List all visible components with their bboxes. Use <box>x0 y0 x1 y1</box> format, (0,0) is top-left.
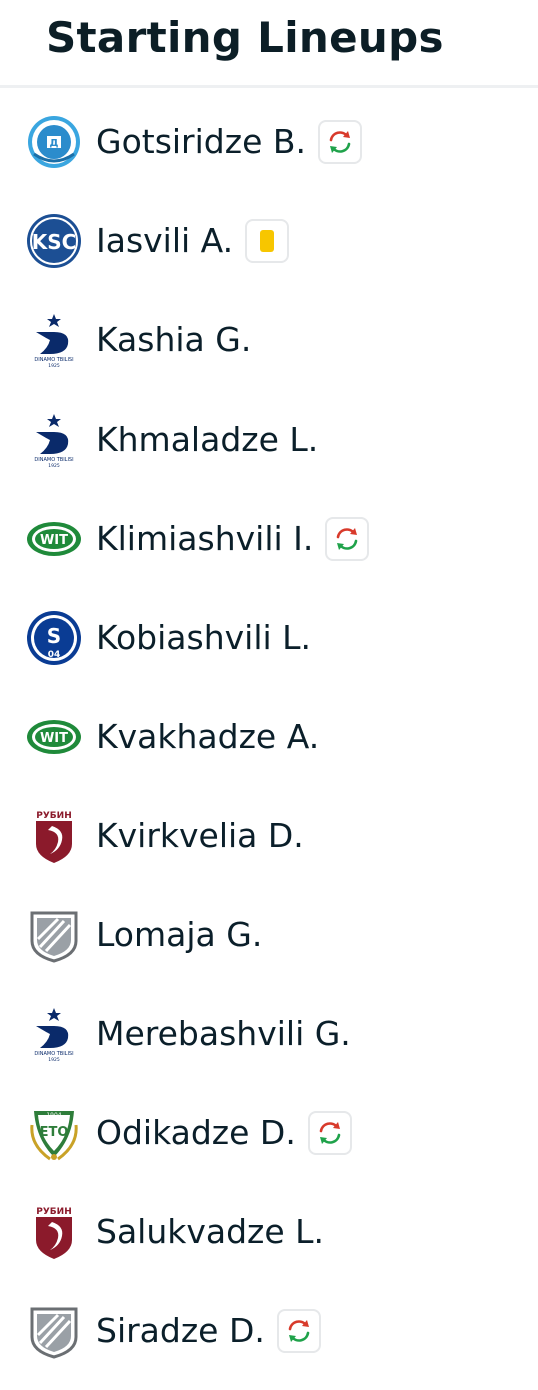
player-name-wrap: Siradze D. <box>96 1308 321 1353</box>
generic-shield-logo-icon <box>26 1303 82 1359</box>
player-name-wrap: Salukvadze L. <box>96 1212 324 1252</box>
svg-text:1925: 1925 <box>48 1057 60 1062</box>
svg-text:Д: Д <box>50 138 59 149</box>
dinamo-tbilisi-logo-icon: DINAMO TBILISI 1925 <box>26 412 82 468</box>
generic-shield-logo-icon <box>26 907 82 963</box>
rubin-kazan-logo-icon: РУБИН <box>26 1204 82 1260</box>
svg-text:1925: 1925 <box>48 463 60 468</box>
player-row[interactable]: 1904 ETO Odikadze D. <box>0 1083 538 1182</box>
player-name[interactable]: Kashia G. <box>96 320 251 360</box>
player-name[interactable]: Klimiashvili I. <box>96 519 313 559</box>
dinamo-tbilisi-logo-icon: DINAMO TBILISI 1925 <box>26 1006 82 1062</box>
eto-gyor-logo-icon: 1904 ETO <box>26 1105 82 1161</box>
player-name[interactable]: Kvirkvelia D. <box>96 816 304 856</box>
player-name[interactable]: Iasvili A. <box>96 221 233 261</box>
wit-georgia-logo-icon: WIT <box>26 511 82 567</box>
player-name[interactable]: Merebashvili G. <box>96 1014 351 1054</box>
player-row[interactable]: S 04 Kobiashvili L. <box>0 588 538 687</box>
player-name-wrap: Iasvili A. <box>96 218 290 263</box>
svg-text:РУБИН: РУБИН <box>36 811 71 821</box>
svg-text:KSC: KSC <box>32 230 77 254</box>
svg-text:РУБИН: РУБИН <box>36 1207 71 1217</box>
player-name-wrap: Kobiashvili L. <box>96 618 311 658</box>
svg-text:1904: 1904 <box>46 1112 61 1119</box>
player-name[interactable]: Odikadze D. <box>96 1113 296 1153</box>
rubin-kazan-logo-icon: РУБИН <box>26 808 82 864</box>
player-name-wrap: Klimiashvili I. <box>96 516 370 561</box>
wit-georgia-logo-icon: WIT <box>26 709 82 765</box>
player-row[interactable]: РУБИН Salukvadze L. <box>0 1182 538 1281</box>
player-name[interactable]: Kvakhadze A. <box>96 717 319 757</box>
player-name-wrap: Kvirkvelia D. <box>96 816 304 856</box>
player-name[interactable]: Siradze D. <box>96 1311 265 1351</box>
yellow-card-icon <box>245 218 290 263</box>
player-row[interactable]: Lomaja G. <box>0 885 538 984</box>
player-name-wrap: Kashia G. <box>96 320 251 360</box>
player-name[interactable]: Gotsiridze B. <box>96 122 306 162</box>
player-name-wrap: Khmaladze L. <box>96 420 318 460</box>
ksc-logo-icon: KSC <box>26 213 82 269</box>
player-name[interactable]: Lomaja G. <box>96 915 262 955</box>
player-name[interactable]: Kobiashvili L. <box>96 618 311 658</box>
schalke-logo-icon: S 04 <box>26 610 82 666</box>
dinamo-tbilisi-logo-icon: DINAMO TBILISI 1925 <box>26 312 82 368</box>
player-name-wrap: Gotsiridze B. <box>96 119 362 164</box>
svg-text:1925: 1925 <box>48 363 60 368</box>
player-name[interactable]: Salukvadze L. <box>96 1212 324 1252</box>
substitution-icon <box>307 1110 352 1155</box>
player-row[interactable]: DINAMO TBILISI 1925 Khmaladze L. <box>0 390 538 489</box>
substitution-icon <box>276 1308 321 1353</box>
player-row[interactable]: WIT Kvakhadze A. <box>0 687 538 786</box>
svg-text:DINAMO TBILISI: DINAMO TBILISI <box>34 1051 73 1057</box>
player-name-wrap: Odikadze D. <box>96 1110 352 1155</box>
svg-text:DINAMO TBILISI: DINAMO TBILISI <box>34 357 73 363</box>
substitution-icon <box>325 516 370 561</box>
substitution-icon <box>318 119 362 164</box>
player-row[interactable]: DINAMO TBILISI 1925 Merebashvili G. <box>0 984 538 1083</box>
player-name[interactable]: Khmaladze L. <box>96 420 318 460</box>
player-row[interactable]: KSC Iasvili A. <box>0 191 538 290</box>
player-row[interactable]: WIT Klimiashvili I. <box>0 489 538 588</box>
svg-text:WIT: WIT <box>40 731 68 746</box>
player-row[interactable]: DINAMO TBILISI 1925 Kashia G. <box>0 290 538 389</box>
svg-text:S: S <box>47 624 61 648</box>
svg-text:WIT: WIT <box>40 533 68 548</box>
player-name-wrap: Merebashvili G. <box>96 1014 351 1054</box>
player-row[interactable]: РУБИН Kvirkvelia D. <box>0 786 538 885</box>
player-name-wrap: Lomaja G. <box>96 915 262 955</box>
player-row[interactable]: Siradze D. <box>0 1281 538 1380</box>
dnipro-logo-icon: Д <box>26 114 82 170</box>
header: Starting Lineups <box>0 0 538 88</box>
page-title: Starting Lineups <box>46 13 444 62</box>
player-row[interactable]: Д Gotsiridze B. <box>0 92 538 191</box>
player-name-wrap: Kvakhadze A. <box>96 717 319 757</box>
svg-text:04: 04 <box>48 650 61 660</box>
svg-text:ETO: ETO <box>40 1125 69 1140</box>
svg-text:DINAMO TBILISI: DINAMO TBILISI <box>34 457 73 463</box>
